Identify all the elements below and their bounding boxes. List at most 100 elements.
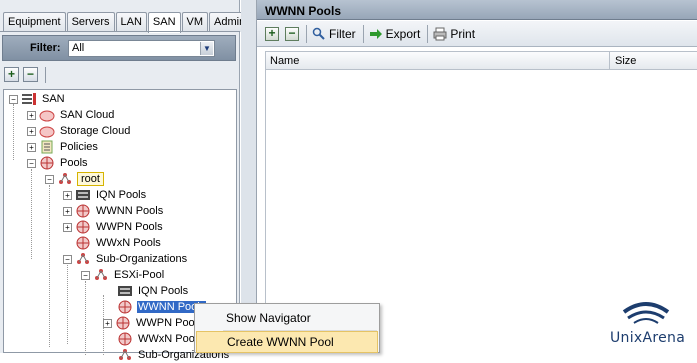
toolbar-separator <box>427 24 429 43</box>
print-button[interactable]: Print <box>433 26 475 42</box>
expand-toggle[interactable]: + <box>103 318 112 328</box>
column-divider[interactable] <box>609 52 610 70</box>
tree-label: Sub-Organizations <box>96 253 188 265</box>
toolbar-separator <box>306 24 307 43</box>
pool-icon <box>116 316 130 330</box>
tree-label: SAN Cloud <box>60 109 115 121</box>
export-button-label: Export <box>385 26 421 41</box>
menu-item-create-wwnn-pool[interactable]: Create WWNN Pool <box>196 331 378 353</box>
tab-vm[interactable]: VM <box>181 12 209 32</box>
tree-label: WWxN Pools <box>96 237 161 249</box>
tree-line <box>49 185 50 347</box>
tree-item-esxi-wwpn-pools[interactable]: + WWPN Pools <box>103 315 204 331</box>
filter-label: Filter: <box>30 42 61 54</box>
column-header-size[interactable]: Size <box>615 55 636 67</box>
content-title: WWNN Pools <box>257 0 697 20</box>
tree-line <box>85 281 86 355</box>
filter-value: All <box>72 42 85 54</box>
filter-button[interactable]: Filter <box>312 26 356 42</box>
pool-icon <box>76 204 90 218</box>
tab-equipment[interactable]: Equipment <box>3 12 66 32</box>
tree-label: Policies <box>60 141 98 153</box>
pool-icon <box>118 332 132 346</box>
tree-line <box>31 169 32 259</box>
tab-lan[interactable]: LAN <box>115 12 147 32</box>
splitter[interactable] <box>241 0 256 353</box>
print-button-label: Print <box>450 26 476 41</box>
expand-toggle[interactable]: + <box>63 190 72 200</box>
tree-label: root <box>77 172 104 186</box>
minus-icon: − <box>285 26 299 41</box>
expand-toggle[interactable]: + <box>27 142 36 152</box>
add-button[interactable]: + <box>265 26 279 42</box>
expand-toggle[interactable]: + <box>27 110 36 120</box>
tree-item-wwnn-pools[interactable]: + WWNN Pools <box>63 203 164 219</box>
organization-icon <box>119 349 131 360</box>
tree-label: WWNN Pools <box>96 205 164 217</box>
filter-button-label: Filter <box>329 26 356 41</box>
tree-item-esxi-iqn-pools[interactable]: IQN Pools <box>117 283 189 299</box>
pool-icon <box>76 220 90 234</box>
column-header-name[interactable]: Name <box>270 55 299 67</box>
tree-item-sub-organizations[interactable]: − Sub-Organizations <box>63 251 188 267</box>
export-button[interactable]: Export <box>369 26 421 42</box>
tree-item-storage-cloud[interactable]: + Storage Cloud <box>27 123 131 139</box>
filter-icon <box>312 27 325 40</box>
tabs-divider <box>0 31 240 32</box>
cloud-icon <box>39 126 55 138</box>
tree-label: IQN Pools <box>96 189 147 201</box>
tree-label: WWPN Pools <box>96 221 163 233</box>
iqn-pool-icon <box>118 286 132 296</box>
navigator-panel: Equipment Servers LAN SAN VM Admin Filte… <box>0 0 251 361</box>
expand-toggle[interactable]: + <box>27 126 36 136</box>
collapse-toggle[interactable]: − <box>27 158 36 168</box>
policy-scroll-icon <box>41 140 53 154</box>
tree-label: SAN <box>42 93 65 105</box>
pool-icon <box>118 300 132 314</box>
expand-all-button[interactable]: + <box>4 67 19 82</box>
delete-button[interactable]: − <box>285 26 299 42</box>
tree-item-esxi-wwnn-pools[interactable]: WWNN Pools <box>117 299 207 315</box>
pool-icon <box>76 236 90 250</box>
collapse-toggle[interactable]: − <box>45 174 54 184</box>
tree-item-wwxn-pools[interactable]: WWxN Pools <box>75 235 162 251</box>
toolbar-separator <box>362 24 364 43</box>
chevron-down-icon[interactable]: ▼ <box>200 42 213 55</box>
expand-toggle[interactable]: + <box>63 222 72 232</box>
printer-icon <box>433 27 447 40</box>
tree-label: Storage Cloud <box>60 125 131 137</box>
tree-item-policies[interactable]: + Policies <box>27 139 99 155</box>
tree-line <box>67 265 68 344</box>
filter-bar: Filter: All ▼ <box>2 35 236 61</box>
tree-line <box>13 104 14 160</box>
tree-item-san[interactable]: − SAN <box>9 91 66 107</box>
tree-item-esxi-pool[interactable]: − ESXi-Pool <box>81 267 165 283</box>
tree-item-wwpn-pools[interactable]: + WWPN Pools <box>63 219 164 235</box>
collapse-toggle[interactable]: − <box>81 270 90 280</box>
collapse-toggle[interactable]: − <box>9 94 18 104</box>
collapse-toggle[interactable]: − <box>63 254 72 264</box>
context-menu: Show Navigator Create WWNN Pool <box>194 303 380 353</box>
tree-label: Pools <box>60 157 88 169</box>
tab-san[interactable]: SAN <box>147 12 181 33</box>
plus-icon: + <box>265 26 279 41</box>
filter-select[interactable]: All ▼ <box>68 40 215 57</box>
cloud-icon <box>39 110 55 122</box>
organization-icon <box>95 269 107 280</box>
iqn-pool-icon <box>76 190 90 200</box>
collapse-all-button[interactable]: − <box>23 67 38 82</box>
content-toolbar: + − Filter Export Print <box>257 21 697 47</box>
tree-item-san-cloud[interactable]: + SAN Cloud <box>27 107 115 123</box>
navigator-tabs: Equipment Servers LAN SAN VM Admin <box>3 12 251 33</box>
tree-item-org-root[interactable]: − root <box>45 171 104 187</box>
tree-item-iqn-pools[interactable]: + IQN Pools <box>63 187 147 203</box>
tab-servers[interactable]: Servers <box>66 12 115 32</box>
toolbar-separator <box>45 67 46 83</box>
organization-icon <box>77 253 89 264</box>
tree-item-esxi-wwxn-pools[interactable]: WWxN Pools <box>117 331 204 347</box>
expand-toggle[interactable]: + <box>63 206 72 216</box>
navigator-toolbar: + − <box>4 67 46 85</box>
tree-item-pools[interactable]: − Pools <box>27 155 89 171</box>
menu-item-show-navigator[interactable]: Show Navigator <box>196 307 378 329</box>
pool-icon <box>40 156 54 170</box>
